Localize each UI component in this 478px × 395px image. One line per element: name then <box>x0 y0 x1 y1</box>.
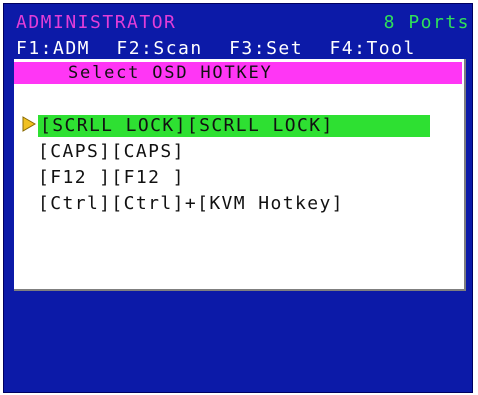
f4-tool-key[interactable]: F4:Tool <box>329 38 415 59</box>
status-bar: ADMINISTRATOR 8 Ports <box>16 12 470 34</box>
function-key-bar: F1:ADM F2:Scan F3:Set F4:Tool <box>16 38 472 60</box>
hotkey-dialog: Select OSD HOTKEY [SCRLL LOCK][SCRLL LOC… <box>14 59 466 291</box>
selection-pointer-icon <box>22 116 36 132</box>
hotkey-option-ctrl[interactable]: [Ctrl][Ctrl]+[KVM Hotkey] <box>38 193 344 215</box>
f3-set-key[interactable]: F3:Set <box>229 38 303 59</box>
dialog-title: Select OSD HOTKEY <box>14 62 462 84</box>
hotkey-option-scroll-lock[interactable]: [SCRLL LOCK][SCRLL LOCK] <box>38 115 430 137</box>
f1-adm-key[interactable]: F1:ADM <box>16 38 90 59</box>
f2-scan-key[interactable]: F2:Scan <box>116 38 202 59</box>
port-count: 8 Ports <box>383 12 470 33</box>
hotkey-option-caps[interactable]: [CAPS][CAPS] <box>38 141 185 163</box>
hotkey-option-f12[interactable]: [F12 ][F12 ] <box>38 167 185 189</box>
user-role: ADMINISTRATOR <box>16 12 177 33</box>
osd-screen: ADMINISTRATOR 8 Ports F1:ADM F2:Scan F3:… <box>3 3 473 393</box>
